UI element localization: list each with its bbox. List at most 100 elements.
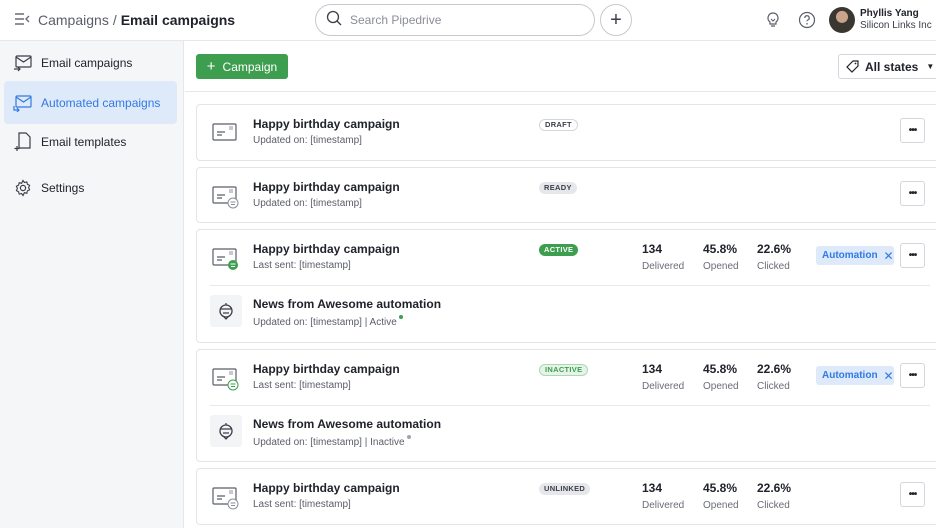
sidebar-item-automated-campaigns[interactable]: Automated campaigns	[4, 81, 177, 124]
campaign-row[interactable]: Happy birthday campaign Updated on: [tim…	[197, 105, 936, 160]
campaign-card[interactable]: Happy birthday campaign Updated on: [tim…	[196, 104, 936, 161]
search-box[interactable]	[315, 4, 595, 36]
caret-down-icon: ▼	[926, 62, 935, 71]
automation-subtitle: Updated on: [timestamp] | Inactive	[253, 435, 411, 448]
stat-value: 45.8%	[703, 242, 738, 256]
campaign-row[interactable]: Happy birthday campaign Last sent: [time…	[197, 469, 936, 524]
add-campaign-label: Campaign	[222, 59, 278, 74]
stat-opened: 45.8% Opened	[703, 242, 739, 272]
automation-title[interactable]: News from Awesome automation	[253, 297, 441, 311]
sidebar-item-label: Automated campaigns	[41, 95, 161, 110]
campaign-subtitle: Last sent: [timestamp]	[253, 260, 351, 271]
automation-tag-label: Automation	[822, 370, 878, 381]
email-automation-campaign-icon	[211, 484, 239, 510]
stat-value: 134	[642, 481, 663, 495]
add-campaign-button[interactable]: + Campaign	[196, 54, 288, 79]
campaign-card[interactable]: Happy birthday campaign Last sent: [time…	[196, 468, 936, 525]
email-campaign-icon	[211, 120, 239, 146]
stat-opened: 45.8% Opened	[703, 362, 739, 392]
more-options-button[interactable]: •••	[900, 118, 925, 143]
automation-robot-icon	[210, 415, 242, 447]
stat-label: Delivered	[642, 261, 685, 272]
stat-label: Opened	[703, 381, 739, 392]
breadcrumb-campaigns[interactable]: Campaigns	[38, 12, 109, 28]
user-info[interactable]: Phyllis Yang Silicon Links Inc	[860, 8, 932, 32]
toolbar: + Campaign All states ▼	[185, 41, 936, 92]
more-options-button[interactable]: •••	[900, 243, 925, 268]
automation-tag[interactable]: Automation ✕	[816, 246, 894, 265]
stat-label: Clicked	[757, 500, 790, 511]
stat-label: Clicked	[757, 381, 790, 392]
automation-title[interactable]: News from Awesome automation	[253, 417, 441, 431]
stat-clicked: 22.6% Clicked	[757, 481, 791, 511]
sidebar-item-label: Settings	[41, 181, 85, 195]
sidebar-item-label: Email campaigns	[41, 56, 133, 70]
breadcrumb-separator: /	[112, 12, 117, 28]
breadcrumb: Campaigns / Email campaigns	[38, 12, 235, 28]
stat-value: 134	[642, 242, 663, 256]
stat-clicked: 22.6% Clicked	[757, 362, 791, 392]
user-company: Silicon Links Inc	[860, 20, 932, 31]
automation-tag-label: Automation	[822, 250, 878, 261]
stat-delivered: 134 Delivered	[642, 362, 684, 392]
stat-value: 45.8%	[703, 362, 738, 376]
campaign-title[interactable]: Happy birthday campaign	[253, 180, 400, 194]
email-send-icon	[13, 53, 33, 73]
campaign-subtitle: Updated on: [timestamp]	[253, 135, 362, 146]
automation-row[interactable]: News from Awesome automation Updated on:…	[197, 285, 936, 340]
automation-robot-icon	[210, 295, 242, 327]
main-content: + Campaign All states ▼ Happy birthday c…	[185, 41, 936, 528]
quick-add-button[interactable]: +	[600, 4, 632, 36]
email-automation-campaign-icon	[211, 183, 239, 209]
sidebar-item-settings[interactable]: Settings	[4, 167, 177, 209]
lightbulb-icon[interactable]	[763, 10, 783, 30]
stat-delivered: 134 Delivered	[642, 242, 684, 272]
automation-subtitle: Updated on: [timestamp] | Active	[253, 315, 403, 328]
automation-status-text: Updated on: [timestamp] | Active	[253, 317, 397, 328]
campaign-title[interactable]: Happy birthday campaign	[253, 362, 400, 376]
campaign-title[interactable]: Happy birthday campaign	[253, 117, 400, 131]
tag-icon	[846, 60, 859, 73]
automation-tag[interactable]: Automation ✕	[816, 366, 894, 385]
unlink-icon[interactable]: ✕	[884, 250, 894, 262]
status-badge: UNLINKED	[539, 483, 591, 495]
states-filter-dropdown[interactable]: All states ▼	[838, 54, 936, 79]
search-icon	[326, 10, 342, 31]
status-dot	[406, 435, 411, 439]
template-icon	[13, 132, 33, 152]
campaign-subtitle: Last sent: [timestamp]	[253, 380, 351, 391]
plus-icon: +	[206, 58, 216, 75]
more-options-button[interactable]: •••	[900, 181, 925, 206]
campaign-title[interactable]: Happy birthday campaign	[253, 481, 400, 495]
campaign-row[interactable]: Happy birthday campaign Updated on: [tim…	[197, 168, 936, 223]
status-badge: DRAFT	[539, 119, 578, 131]
campaign-card[interactable]: Happy birthday campaign Updated on: [tim…	[196, 167, 936, 223]
campaign-card[interactable]: Happy birthday campaign Last sent: [time…	[196, 349, 936, 462]
status-badge: READY	[539, 182, 577, 194]
sidebar-item-label: Email templates	[41, 135, 127, 149]
email-automation-campaign-icon	[211, 245, 239, 271]
sidebar-item-email-templates[interactable]: Email templates	[4, 121, 177, 163]
stat-label: Delivered	[642, 500, 685, 511]
stat-value: 134	[642, 362, 663, 376]
menu-collapse-icon[interactable]	[14, 12, 32, 28]
unlink-icon[interactable]: ✕	[884, 370, 894, 382]
automation-row[interactable]: News from Awesome automation Updated on:…	[197, 405, 936, 460]
search-input[interactable]	[350, 13, 580, 27]
help-icon[interactable]	[797, 10, 817, 30]
campaign-card[interactable]: Happy birthday campaign Last sent: [time…	[196, 229, 936, 343]
stat-value: 22.6%	[757, 362, 792, 376]
more-options-button[interactable]: •••	[900, 363, 925, 388]
status-badge: INACTIVE	[539, 364, 589, 376]
campaign-title[interactable]: Happy birthday campaign	[253, 242, 400, 256]
user-avatar[interactable]	[829, 7, 855, 33]
campaign-row[interactable]: Happy birthday campaign Last sent: [time…	[197, 350, 936, 405]
more-options-button[interactable]: •••	[900, 482, 925, 507]
email-automation-icon	[13, 93, 33, 113]
campaign-subtitle: Last sent: [timestamp]	[253, 499, 351, 510]
sidebar-item-email-campaigns[interactable]: Email campaigns	[4, 42, 177, 84]
stat-opened: 45.8% Opened	[703, 481, 739, 511]
campaign-row[interactable]: Happy birthday campaign Last sent: [time…	[197, 230, 936, 285]
stat-label: Delivered	[642, 381, 685, 392]
automation-status-text: Updated on: [timestamp] | Inactive	[253, 437, 405, 448]
